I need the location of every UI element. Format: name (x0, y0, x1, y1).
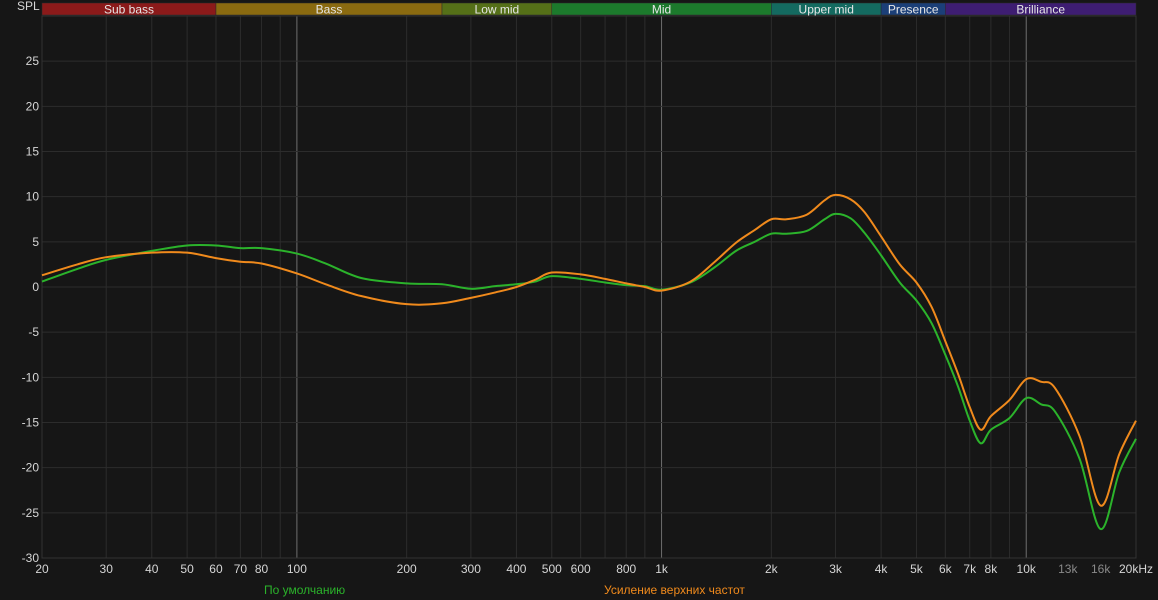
x-tick-label: 4k (875, 562, 889, 576)
band-label: Brilliance (1016, 3, 1065, 17)
frequency-response-chart: Sub bass Bass Low mid Mid Upper mid Presence B… (0, 0, 1158, 600)
x-tick-label: 600 (571, 562, 591, 576)
x-tick-label: 2k (765, 562, 779, 576)
x-tick-label: 40 (145, 562, 159, 576)
frequency-bands: Sub bass Bass Low mid Mid Upper mid Presence B… (41, 3, 1137, 17)
y-tick-label: 5 (32, 235, 39, 249)
x-tick-label: 8k (985, 562, 999, 576)
legend-series-treble-boost[interactable]: Усиление верхних частот (604, 583, 745, 597)
x-tick-label: 300 (461, 562, 481, 576)
y-tick-label: -15 (22, 416, 40, 430)
x-tick-label: 50 (180, 562, 194, 576)
band-label: Low mid (475, 3, 520, 17)
band-label: Bass (316, 3, 343, 17)
x-tick-label: 20kHz (1119, 562, 1153, 576)
legend-label: Усиление верхних частот (604, 583, 745, 597)
x-tick-label: 13k (1058, 562, 1078, 576)
y-tick-label: -25 (22, 506, 40, 520)
x-tick-label: 16k (1091, 562, 1111, 576)
y-axis-label: SPL (17, 0, 40, 13)
band-label: Upper mid (799, 3, 854, 17)
legend-label: По умолчанию (264, 583, 346, 597)
x-tick-label: 500 (542, 562, 562, 576)
band-label: Mid (652, 3, 671, 17)
y-tick-label: -20 (22, 461, 40, 475)
x-tick-label: 10k (1017, 562, 1037, 576)
y-tick-label: 20 (26, 99, 40, 113)
x-tick-label: 80 (255, 562, 269, 576)
x-tick-label: 70 (234, 562, 248, 576)
x-tick-label: 7k (963, 562, 977, 576)
y-tick-label: 25 (26, 54, 40, 68)
x-tick-label: 60 (209, 562, 223, 576)
x-tick-label: 800 (616, 562, 636, 576)
y-tick-label: -10 (22, 370, 40, 384)
band-label: Presence (888, 3, 939, 17)
x-tick-label: 200 (397, 562, 417, 576)
x-tick-label: 400 (506, 562, 526, 576)
legend-series-default[interactable]: По умолчанию (264, 583, 345, 597)
x-tick-label: 20 (35, 562, 49, 576)
x-tick-label: 1k (655, 562, 669, 576)
band-label: Sub bass (104, 3, 154, 17)
x-tick-label: 100 (287, 562, 307, 576)
x-tick-label: 3k (829, 562, 843, 576)
y-tick-label: 10 (26, 190, 40, 204)
x-tick-label: 5k (910, 562, 924, 576)
y-tick-label: 15 (26, 145, 40, 159)
y-tick-label: -5 (28, 325, 39, 339)
y-tick-label: 0 (32, 280, 39, 294)
x-tick-label: 30 (100, 562, 114, 576)
x-tick-label: 6k (939, 562, 953, 576)
